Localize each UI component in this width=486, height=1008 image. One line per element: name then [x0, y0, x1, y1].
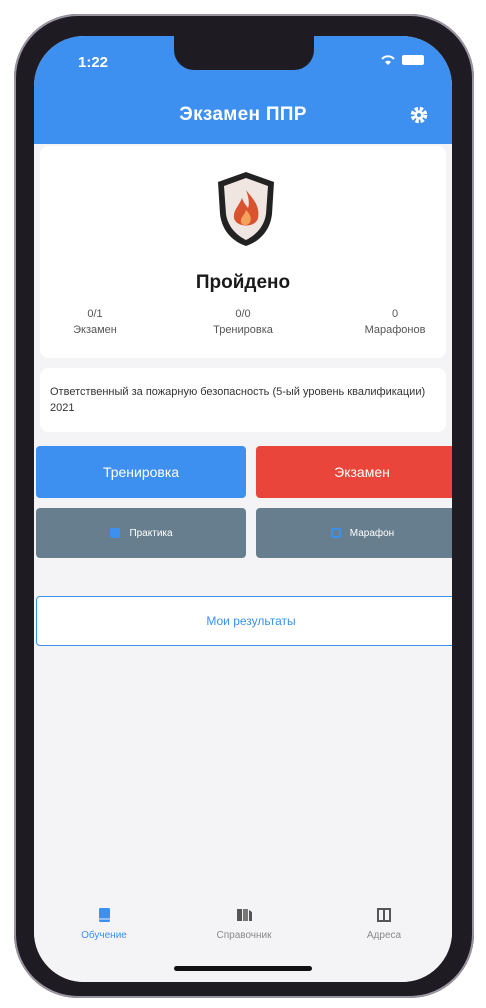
stat-exams: 0/1 Экзамен — [40, 306, 150, 338]
addresses-icon — [377, 908, 391, 922]
stat-value: 0/1 — [87, 308, 103, 320]
status-icons — [380, 54, 424, 66]
tab-label: Справочник — [216, 930, 272, 941]
stat-value: 0/0 — [235, 308, 251, 320]
tab-reference[interactable]: Справочник — [184, 906, 304, 941]
tab-learning[interactable]: Обучение — [44, 906, 164, 941]
exam-button[interactable]: Экзамен — [256, 446, 452, 498]
tab-label: Обучение — [81, 930, 127, 941]
marathon-label: Марафон — [349, 527, 395, 539]
stat-label: Тренировка — [213, 324, 273, 336]
marathon-button[interactable]: Марафон — [256, 508, 452, 558]
page-title: Экзамен ППР — [179, 104, 307, 125]
tab-label: Адреса — [366, 930, 402, 941]
shield-fire-icon — [218, 172, 274, 246]
app-screen: 1:22 Экзамен ППР Пройдено 0/1 Экзамен 0/… — [34, 36, 452, 982]
battery-icon — [402, 55, 424, 65]
qualification-description: Ответственный за пожарную безопасность (… — [50, 386, 426, 414]
stat-label: Марафонов — [364, 324, 426, 336]
practice-icon — [110, 528, 121, 538]
stat-trainings: 0/0 Тренировка — [188, 306, 298, 338]
my-results-button[interactable]: Мои результаты — [36, 596, 452, 646]
book-icon — [99, 908, 110, 922]
gear-icon[interactable] — [408, 104, 430, 126]
description-card: Ответственный за пожарную безопасность (… — [40, 368, 446, 432]
tab-addresses[interactable]: Адреса — [324, 906, 444, 941]
stat-label: Экзамен — [73, 324, 117, 336]
home-indicator[interactable] — [174, 966, 312, 971]
device-notch — [174, 36, 314, 70]
practice-label: Практика — [129, 527, 173, 539]
reference-icon — [237, 909, 252, 921]
stat-value: 0 — [391, 308, 399, 320]
practice-button[interactable]: Практика — [36, 508, 246, 558]
summary-card: Пройдено 0/1 Экзамен 0/0 Тренировка 0 Ма… — [40, 146, 446, 358]
result-status: Пройдено — [195, 272, 291, 293]
wifi-icon — [381, 55, 395, 65]
marathon-icon — [330, 528, 341, 538]
training-button[interactable]: Тренировка — [36, 446, 246, 498]
status-time: 1:22 — [78, 54, 109, 71]
stat-marathons: 0 Марафонов — [340, 306, 450, 338]
